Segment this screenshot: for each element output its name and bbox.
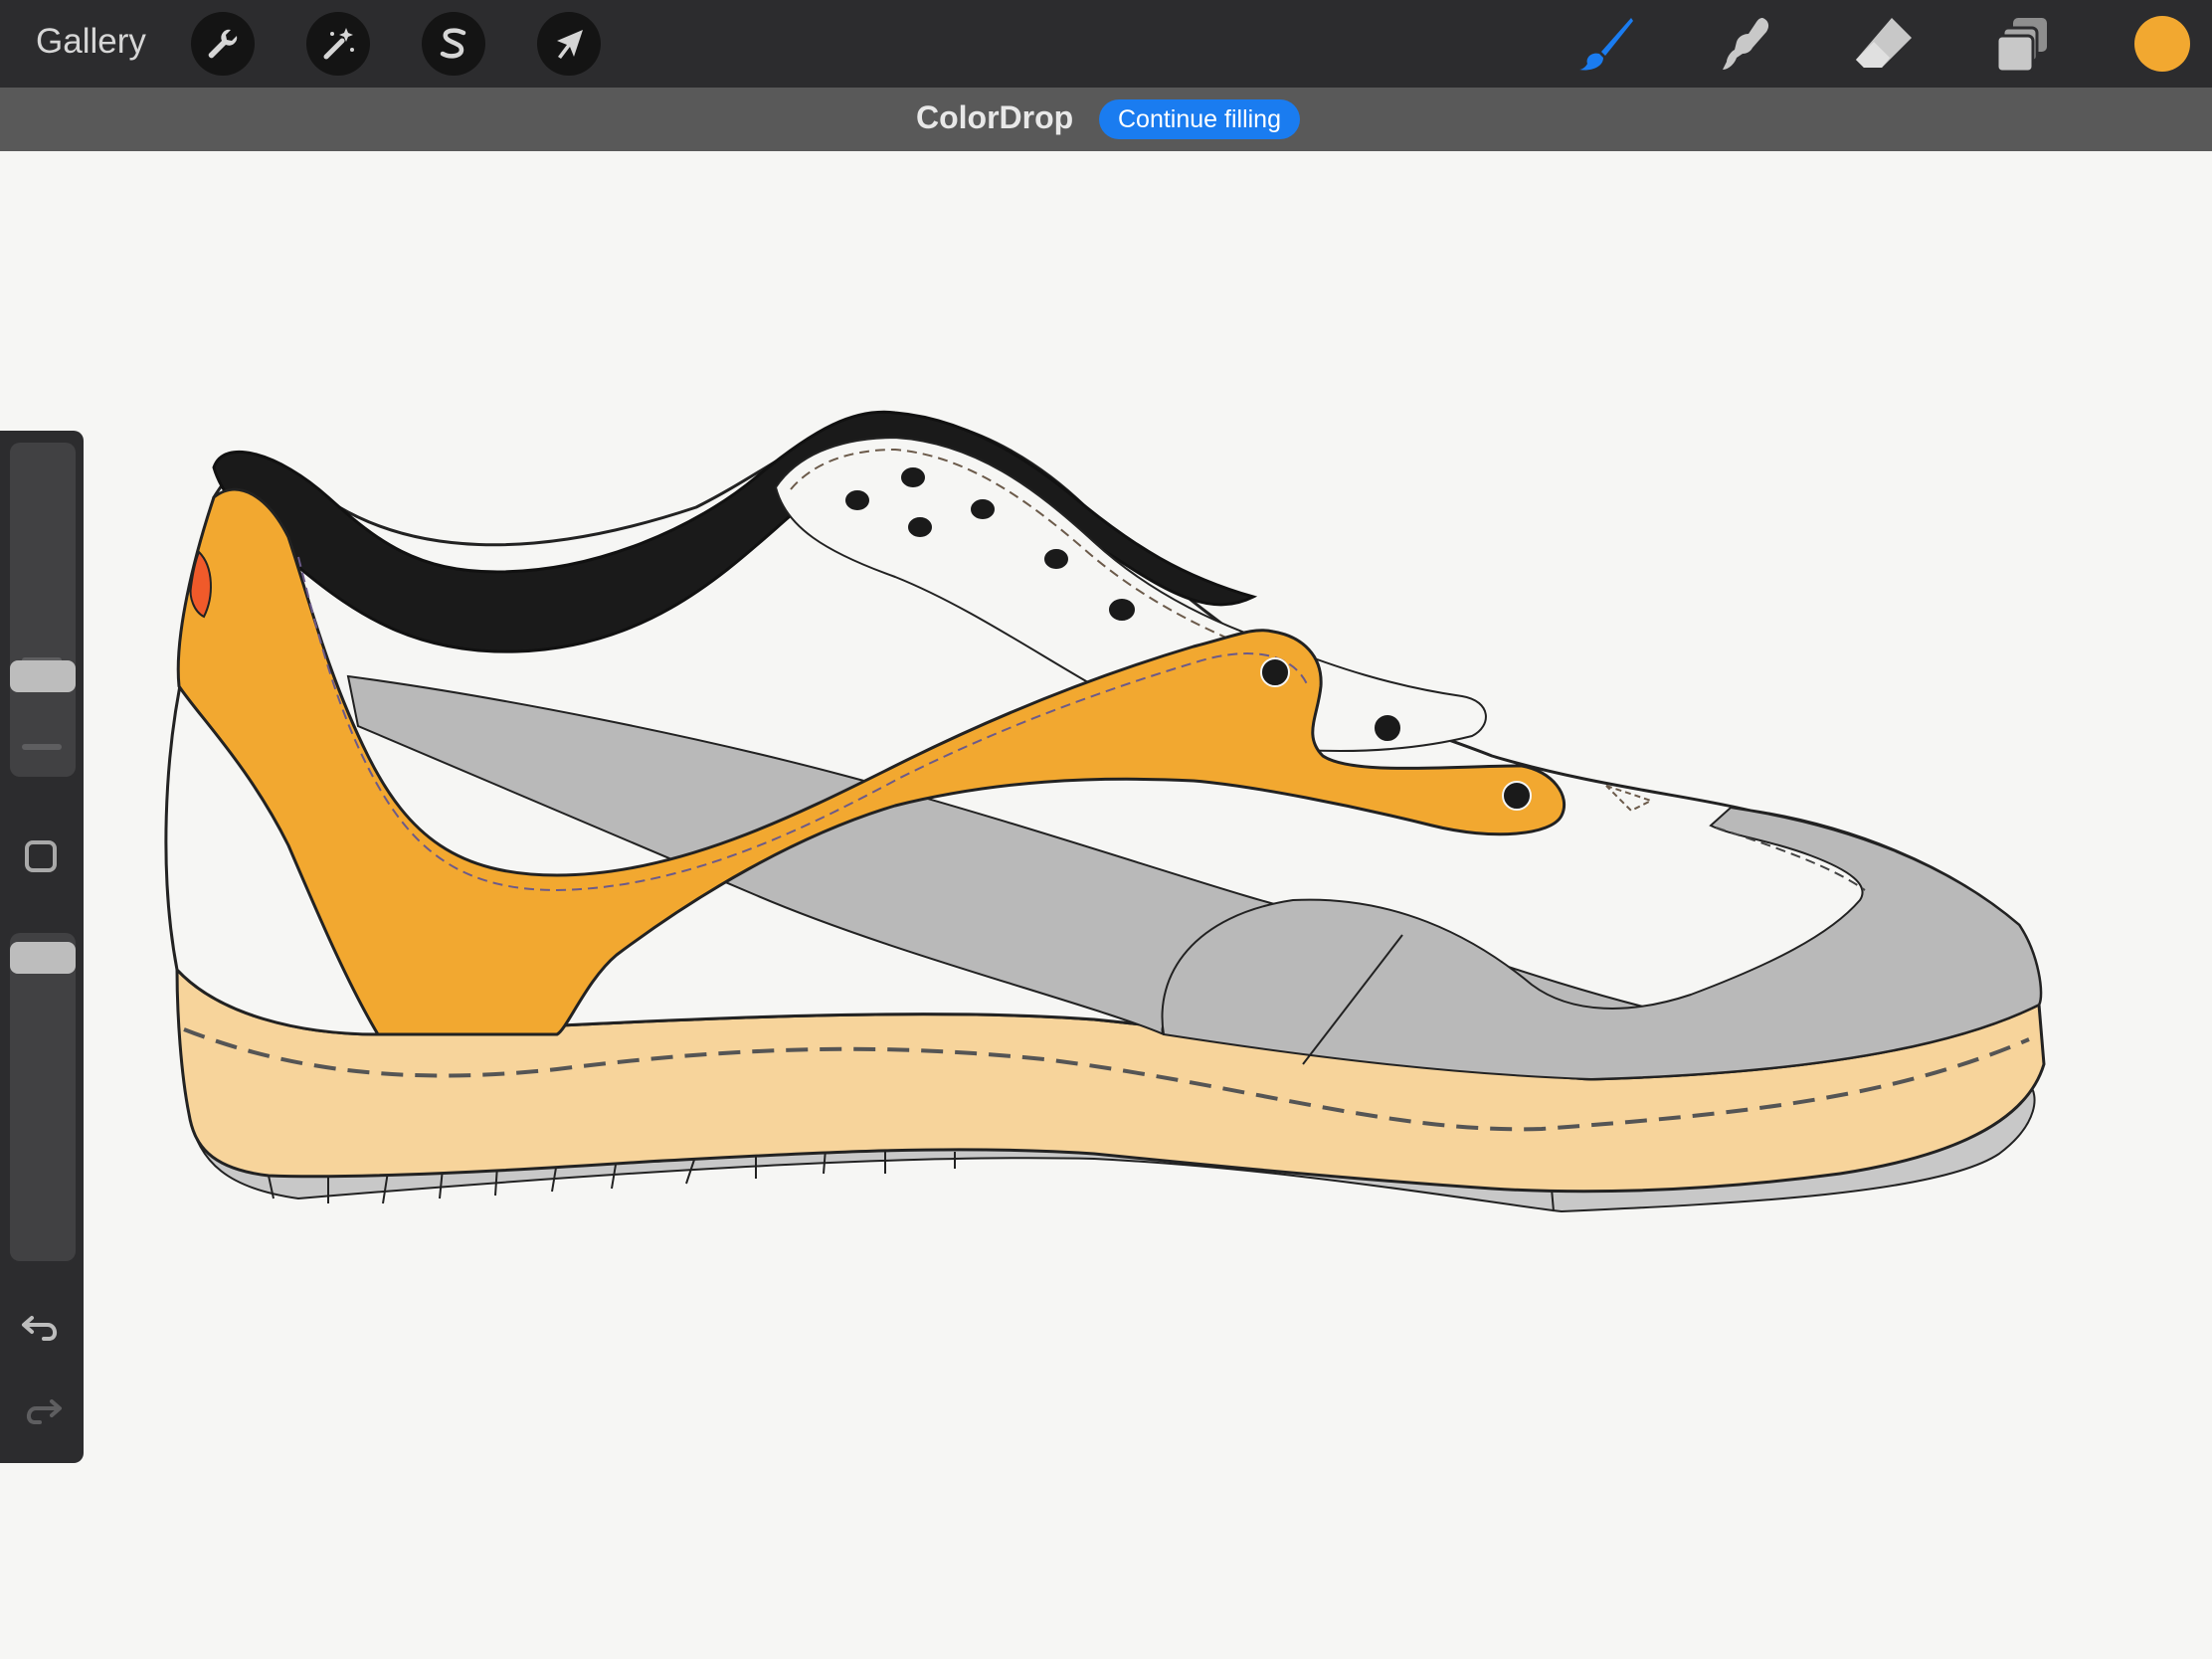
layers-icon	[1995, 18, 2047, 74]
drawing-canvas[interactable]	[0, 151, 2212, 1659]
eraser-tool-button[interactable]	[1852, 12, 1916, 76]
banner-title: ColorDrop	[916, 99, 1074, 135]
brush-size-thumb[interactable]	[10, 659, 76, 692]
slider-tick	[22, 744, 62, 750]
eraser-icon	[1856, 18, 1912, 68]
gallery-button[interactable]: Gallery	[36, 22, 146, 62]
transform-arrow-icon	[557, 30, 583, 59]
layers-button[interactable]	[1991, 12, 2055, 76]
selection-button[interactable]	[422, 12, 485, 76]
adjustments-button[interactable]	[306, 12, 370, 76]
left-sidebar	[0, 431, 84, 1463]
continue-filling-button[interactable]: Continue filling	[1099, 99, 1300, 139]
actions-button[interactable]	[191, 12, 255, 76]
brush-size-slider[interactable]	[10, 443, 76, 777]
smudge-tool-button[interactable]	[1713, 12, 1776, 76]
opacity-slider[interactable]	[10, 933, 76, 1261]
transform-button[interactable]	[537, 12, 601, 76]
wrench-icon	[208, 29, 238, 59]
opacity-thumb[interactable]	[10, 941, 76, 974]
brush-tool-button[interactable]	[1575, 12, 1639, 76]
color-picker-button[interactable]	[2134, 16, 2190, 72]
redo-icon[interactable]	[20, 1391, 64, 1431]
magic-wand-icon	[323, 28, 354, 60]
smudge-icon	[1723, 18, 1769, 70]
undo-icon[interactable]	[20, 1308, 64, 1348]
brush-icon	[1579, 18, 1633, 71]
selection-s-icon	[440, 28, 466, 59]
modify-button[interactable]	[25, 840, 57, 872]
